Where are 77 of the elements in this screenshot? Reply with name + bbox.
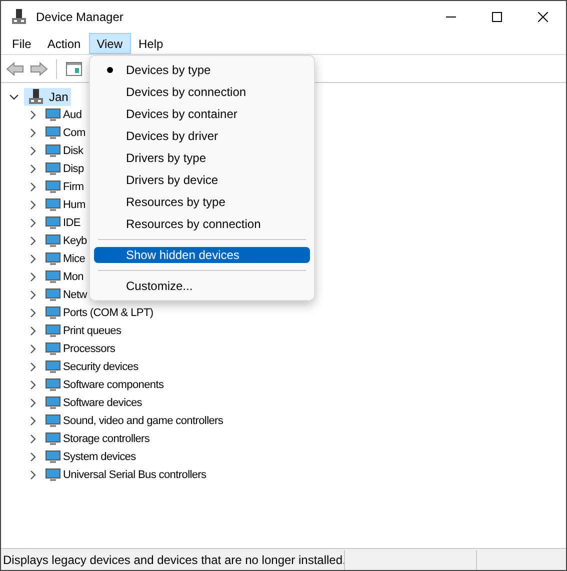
device-icon xyxy=(45,233,61,249)
tree-item[interactable]: Universal Serial Bus controllers xyxy=(63,466,206,484)
menu-option[interactable]: Devices by container xyxy=(94,103,310,125)
device-icon xyxy=(45,467,61,483)
tree-item[interactable]: Ports (COM & LPT) xyxy=(63,304,154,322)
device-icon xyxy=(45,125,61,141)
menu-option-label: Customize... xyxy=(126,278,193,295)
menu-option[interactable]: Devices by type xyxy=(94,59,310,81)
tree-item[interactable]: System devices xyxy=(63,448,136,466)
tree-item[interactable]: IDE xyxy=(63,214,80,232)
maximize-icon xyxy=(492,12,502,22)
device-icon xyxy=(45,107,61,123)
menu-option[interactable]: Devices by connection xyxy=(94,81,310,103)
tree-item[interactable]: Processors xyxy=(63,340,116,358)
device-icon xyxy=(45,215,61,231)
menu-option-label: Devices by type xyxy=(126,62,211,79)
tree-item[interactable]: Hum xyxy=(63,196,86,214)
device-icon xyxy=(45,395,61,411)
menu-option[interactable]: Show hidden devices xyxy=(94,247,310,263)
device-icon xyxy=(45,161,61,177)
tree-item[interactable]: Disp xyxy=(63,160,84,178)
computer-icon xyxy=(27,88,45,106)
menu-option-label: Drivers by device xyxy=(126,172,218,189)
device-icon xyxy=(45,287,61,303)
menu-option-label: Devices by driver xyxy=(126,128,218,145)
tree-item[interactable]: Software devices xyxy=(63,394,142,412)
status-text: Displays legacy devices and devices that are no longer installed. xyxy=(2,552,344,568)
menu-item[interactable]: View xyxy=(88,33,130,54)
menu-option-label: Devices by connection xyxy=(126,84,246,101)
device-icon xyxy=(45,179,61,195)
tree-item[interactable]: Software components xyxy=(63,376,164,394)
tree-item[interactable]: Mice xyxy=(63,250,86,268)
device-icon xyxy=(45,143,61,159)
menu-option[interactable]: Resources by connection xyxy=(94,213,310,235)
tree-item[interactable]: Mon xyxy=(63,268,84,286)
tree-item[interactable]: Com xyxy=(63,124,86,142)
tree-item[interactable]: Keyb xyxy=(63,232,87,250)
device-icon xyxy=(45,359,61,375)
tree-item[interactable]: Storage controllers xyxy=(63,430,150,448)
device-icon xyxy=(45,269,61,285)
menu-option[interactable]: Resources by type xyxy=(94,191,310,213)
tree-item-label: Jan xyxy=(49,89,68,106)
menu-item[interactable]: File xyxy=(4,33,40,54)
device-icon xyxy=(45,341,61,357)
menu-item[interactable]: Action xyxy=(39,33,89,54)
window-icon xyxy=(66,62,82,76)
device-icon xyxy=(45,431,61,447)
menu-item[interactable]: Help xyxy=(130,33,172,54)
menu-option-label: Devices by container xyxy=(126,106,238,123)
computer-icon xyxy=(10,8,28,26)
tree-item[interactable]: Print queues xyxy=(63,322,122,340)
device-icon xyxy=(45,197,61,213)
tree-item[interactable]: Jan xyxy=(24,88,72,106)
device-icon xyxy=(45,377,61,393)
menu-option[interactable]: Devices by driver xyxy=(94,125,310,147)
tree-item[interactable]: Disk xyxy=(63,142,84,160)
tree-item[interactable]: Firm xyxy=(63,178,84,196)
tree-item[interactable]: Sound, video and game controllers xyxy=(63,412,224,430)
menu-option[interactable]: Drivers by device xyxy=(94,169,310,191)
arrow-right-icon xyxy=(30,62,48,76)
arrow-left-icon xyxy=(6,62,24,76)
device-icon xyxy=(45,305,61,321)
menu-option[interactable]: Drivers by type xyxy=(94,147,310,169)
menu-option-label: Resources by type xyxy=(126,194,226,211)
tree-item[interactable]: Aud xyxy=(63,106,82,124)
menu-option-label: Drivers by type xyxy=(126,150,206,167)
menu-option-label: Resources by connection xyxy=(126,216,261,233)
device-icon xyxy=(45,413,61,429)
device-icon xyxy=(45,323,61,339)
menu-option-label: Show hidden devices xyxy=(126,247,240,264)
tree-item[interactable]: Netw xyxy=(63,286,87,304)
menu-option[interactable]: Customize... xyxy=(94,275,310,297)
tree-item[interactable]: Security devices xyxy=(63,358,138,376)
device-icon xyxy=(45,449,61,465)
close-icon xyxy=(538,12,548,22)
device-icon xyxy=(45,251,61,267)
window-title: Device Manager xyxy=(36,9,124,26)
